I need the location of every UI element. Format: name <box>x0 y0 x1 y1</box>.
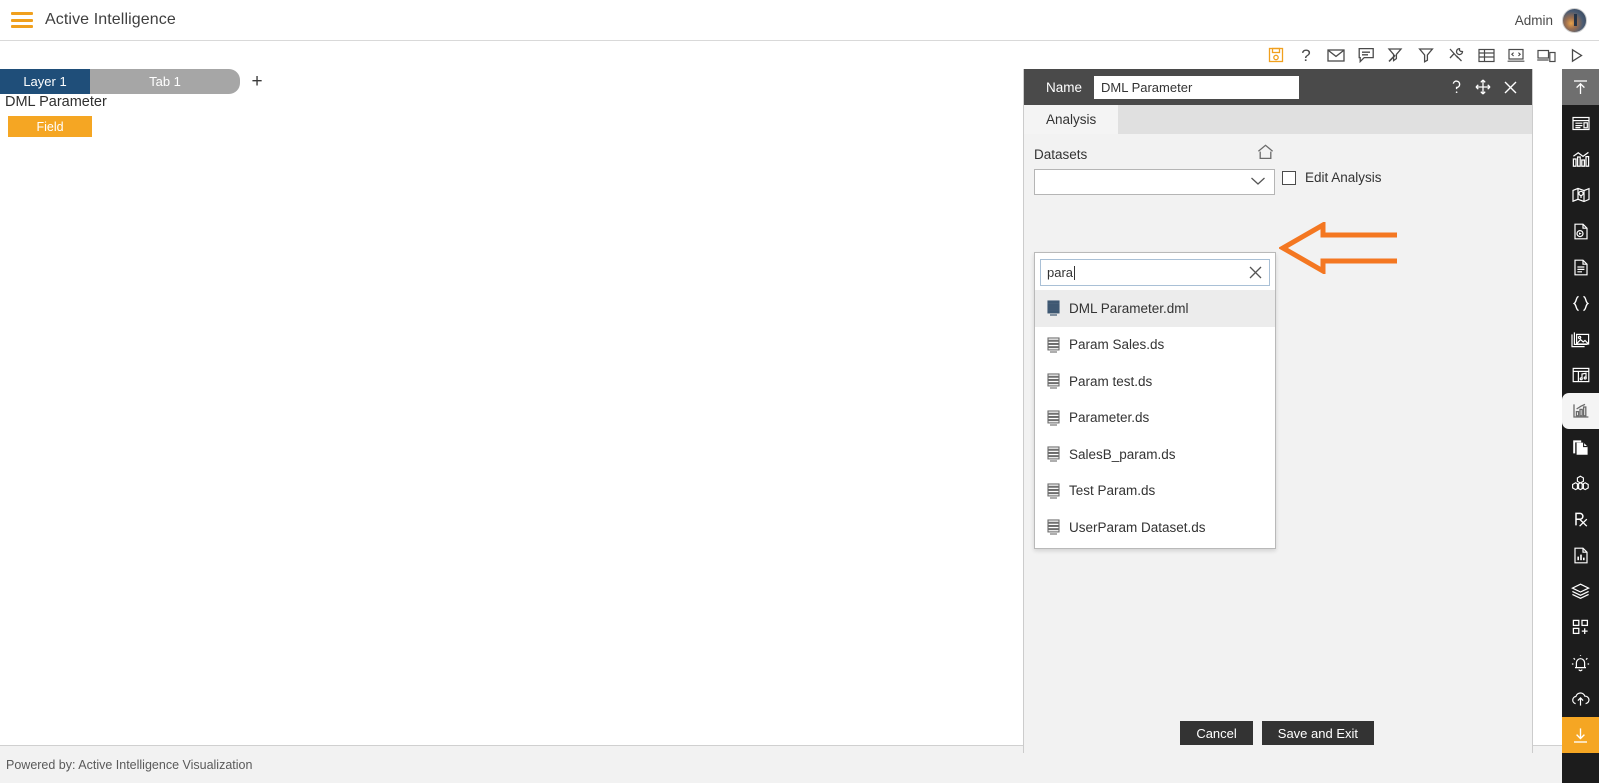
edit-analysis-checkbox[interactable]: Edit Analysis <box>1282 170 1382 185</box>
top-bar: Active Intelligence Admin <box>0 0 1599 41</box>
save-icon[interactable] <box>1263 44 1289 66</box>
list-item-label: Test Param.ds <box>1069 483 1156 499</box>
document-image-icon[interactable] <box>1562 213 1599 249</box>
clear-filter-icon[interactable] <box>1383 44 1409 66</box>
panel-body: Datasets Edit Analysis para DML Paramete… <box>1024 134 1532 753</box>
layers-icon[interactable] <box>1562 573 1599 609</box>
list-item[interactable]: UserParam Dataset.ds <box>1035 509 1275 546</box>
panel-header-icons <box>1450 79 1524 95</box>
widget-title: DML Parameter <box>5 94 107 110</box>
panel-close-icon[interactable] <box>1503 80 1518 95</box>
list-item-label: Param test.ds <box>1069 373 1153 389</box>
play-icon[interactable] <box>1563 44 1589 66</box>
add-widget-icon[interactable] <box>1562 609 1599 645</box>
app-title: Active Intelligence <box>45 11 176 28</box>
text-document-icon[interactable] <box>1562 249 1599 285</box>
tools-icon[interactable] <box>1443 44 1469 66</box>
field-chip[interactable]: Field <box>8 116 92 137</box>
list-item-label: Parameter.ds <box>1069 410 1150 426</box>
analytics-icon[interactable] <box>1562 393 1599 429</box>
dataset-icon <box>1046 373 1060 390</box>
card-icon[interactable] <box>1562 105 1599 141</box>
list-item-label: UserParam Dataset.ds <box>1069 519 1206 535</box>
panel-help-icon[interactable] <box>1450 79 1463 95</box>
add-tab-button[interactable]: + <box>240 69 274 94</box>
dataset-icon <box>1046 300 1060 317</box>
dropdown-list: DML Parameter.dml Param Sales.ds Param t… <box>1035 290 1275 548</box>
name-input[interactable] <box>1094 75 1299 99</box>
panel-header: Name <box>1024 69 1532 105</box>
hamburger-icon[interactable] <box>11 12 33 28</box>
image-gallery-icon[interactable] <box>1562 321 1599 357</box>
table-icon[interactable] <box>1473 44 1499 66</box>
right-tool-rail <box>1562 69 1599 783</box>
dropdown-search-field[interactable]: para <box>1040 259 1270 286</box>
tab-page-1[interactable]: Tab 1 <box>90 69 240 94</box>
panel-tab-bar: Analysis <box>1024 105 1532 134</box>
properties-panel: Name DML Parameter Analysis Datasets Edi… <box>1023 69 1533 753</box>
dropdown-search-wrap: para <box>1035 253 1275 290</box>
cubes-icon[interactable] <box>1562 465 1599 501</box>
tab-layer-1[interactable]: Layer 1 <box>0 69 90 94</box>
dataset-icon <box>1046 482 1060 499</box>
dataset-icon <box>1046 336 1060 353</box>
layout-note-icon[interactable] <box>1562 357 1599 393</box>
comment-icon[interactable] <box>1353 44 1379 66</box>
text-caret <box>1074 265 1076 280</box>
checkbox-box <box>1282 170 1296 185</box>
top-bar-right: Admin <box>1515 7 1587 33</box>
list-item-label: DML Parameter.dml <box>1069 300 1189 316</box>
cancel-button[interactable]: Cancel <box>1180 721 1253 745</box>
datasets-label: Datasets <box>1034 147 1088 162</box>
edit-analysis-label: Edit Analysis <box>1305 170 1382 185</box>
chart-icon[interactable] <box>1562 141 1599 177</box>
app-root: Active Intelligence Admin ? Layer 1 Tab … <box>0 0 1599 783</box>
alert-bell-icon[interactable] <box>1562 645 1599 681</box>
list-item[interactable]: Param Sales.ds <box>1035 327 1275 364</box>
mail-icon[interactable] <box>1323 44 1349 66</box>
report-icon[interactable] <box>1562 537 1599 573</box>
list-item[interactable]: Test Param.ds <box>1035 473 1275 510</box>
list-item[interactable]: Parameter.ds <box>1035 400 1275 437</box>
name-label: Name <box>1046 79 1083 95</box>
search-input[interactable]: para <box>1047 265 1073 280</box>
chevron-down-icon <box>1250 173 1266 191</box>
clear-search-icon[interactable] <box>1248 265 1263 280</box>
admin-label[interactable]: Admin <box>1515 13 1553 28</box>
panel-move-icon[interactable] <box>1475 79 1491 95</box>
footer-text: Powered by: Active Intelligence Visualiz… <box>6 757 253 772</box>
list-item-label: Param Sales.ds <box>1069 337 1165 353</box>
devices-icon[interactable] <box>1533 44 1559 66</box>
tab-analysis[interactable]: Analysis <box>1024 105 1119 134</box>
download-icon[interactable] <box>1562 717 1599 753</box>
dataset-select[interactable] <box>1034 169 1275 195</box>
icon-toolbar: ? <box>0 41 1599 69</box>
collapse-up-icon[interactable] <box>1562 69 1599 105</box>
dataset-dropdown: para DML Parameter.dml Param Sales.ds Pa… <box>1034 252 1276 549</box>
user-avatar[interactable] <box>1562 7 1587 33</box>
dataset-icon <box>1046 409 1060 426</box>
copy-pages-icon[interactable] <box>1562 429 1599 465</box>
list-item-label: SalesB_param.ds <box>1069 446 1176 462</box>
braces-icon[interactable] <box>1562 285 1599 321</box>
cloud-upload-icon[interactable] <box>1562 681 1599 717</box>
map-icon[interactable] <box>1562 177 1599 213</box>
rx-icon[interactable] <box>1562 501 1599 537</box>
dataset-icon <box>1046 519 1060 536</box>
help-icon[interactable]: ? <box>1293 44 1319 66</box>
list-item[interactable]: Param test.ds <box>1035 363 1275 400</box>
save-and-exit-button[interactable]: Save and Exit <box>1261 721 1374 745</box>
dataset-icon <box>1046 446 1060 463</box>
list-item[interactable]: SalesB_param.ds <box>1035 436 1275 473</box>
home-icon[interactable] <box>1257 144 1274 165</box>
filter-icon[interactable] <box>1413 44 1439 66</box>
panel-footer: Cancel Save and Exit <box>1024 721 1532 745</box>
list-item[interactable]: DML Parameter.dml <box>1035 290 1275 327</box>
code-icon[interactable] <box>1503 44 1529 66</box>
